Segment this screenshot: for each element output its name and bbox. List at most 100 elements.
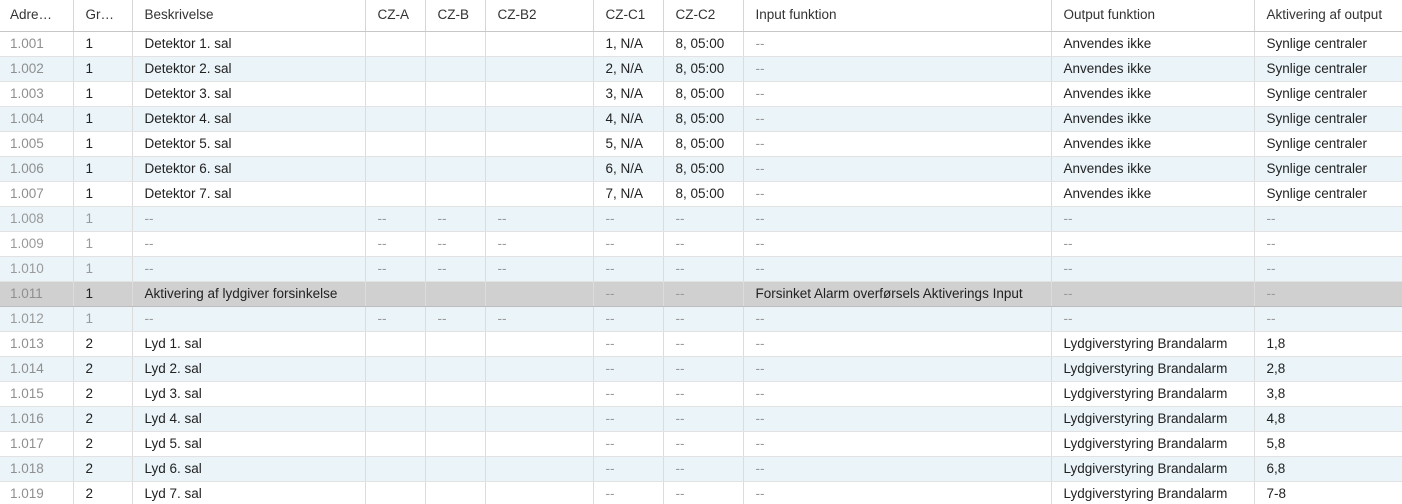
address-cell[interactable]: 1.006: [0, 156, 73, 182]
cz-a-cell[interactable]: [364, 356, 425, 382]
address-cell[interactable]: 1.004: [0, 106, 73, 132]
cz-c1-cell[interactable]: --: [592, 281, 663, 307]
cz-b-cell[interactable]: --: [424, 306, 485, 332]
cz-c1-cell[interactable]: --: [592, 306, 663, 332]
description-cell[interactable]: Lyd 3. sal: [131, 381, 365, 407]
cz-c2-cell[interactable]: 8, 05:00: [662, 56, 743, 82]
table-row[interactable]: 1.008 1 -- -- -- -- -- -- -- -- --: [0, 206, 1402, 232]
output-activation-cell[interactable]: 5,8: [1253, 431, 1402, 457]
cz-b2-cell[interactable]: [484, 156, 593, 182]
col-header-cz-a[interactable]: CZ-A: [364, 0, 425, 32]
table-row[interactable]: 1.010 1 -- -- -- -- -- -- -- -- --: [0, 256, 1402, 282]
address-cell[interactable]: 1.012: [0, 306, 73, 332]
output-function-cell[interactable]: --: [1050, 306, 1254, 332]
input-function-cell[interactable]: --: [742, 381, 1051, 407]
cz-c2-cell[interactable]: 8, 05:00: [662, 81, 743, 107]
cz-c1-cell[interactable]: 5, N/A: [592, 131, 663, 157]
table-row[interactable]: 1.018 2 Lyd 6. sal -- -- -- Lydgiverstyring Br…: [0, 456, 1402, 482]
cz-a-cell[interactable]: [364, 81, 425, 107]
input-function-cell[interactable]: --: [742, 181, 1051, 207]
description-cell[interactable]: Lyd 5. sal: [131, 431, 365, 457]
group-cell[interactable]: 1: [72, 106, 132, 132]
cz-b-cell[interactable]: --: [424, 231, 485, 257]
group-cell[interactable]: 1: [72, 231, 132, 257]
group-cell[interactable]: 1: [72, 131, 132, 157]
col-header-cz-c1[interactable]: CZ-C1: [592, 0, 663, 32]
address-cell[interactable]: 1.008: [0, 206, 73, 232]
cz-c1-cell[interactable]: 1, N/A: [592, 31, 663, 57]
output-activation-cell[interactable]: 2,8: [1253, 356, 1402, 382]
cz-b-cell[interactable]: [424, 381, 485, 407]
group-cell[interactable]: 1: [72, 256, 132, 282]
cz-b2-cell[interactable]: [484, 331, 593, 357]
col-header-cz-b2[interactable]: CZ-B2: [484, 0, 593, 32]
group-cell[interactable]: 2: [72, 406, 132, 432]
address-cell[interactable]: 1.005: [0, 131, 73, 157]
description-cell[interactable]: Detektor 5. sal: [131, 131, 365, 157]
cz-c2-cell[interactable]: --: [662, 481, 743, 504]
cz-c1-cell[interactable]: --: [592, 406, 663, 432]
cz-b2-cell[interactable]: [484, 481, 593, 504]
cz-c1-cell[interactable]: --: [592, 381, 663, 407]
cz-b-cell[interactable]: --: [424, 256, 485, 282]
address-cell[interactable]: 1.013: [0, 331, 73, 357]
table-row[interactable]: 1.017 2 Lyd 5. sal -- -- -- Lydgiverstyring Br…: [0, 431, 1402, 457]
cz-c1-cell[interactable]: 2, N/A: [592, 56, 663, 82]
cz-b2-cell[interactable]: --: [484, 231, 593, 257]
cz-c2-cell[interactable]: --: [662, 456, 743, 482]
output-activation-cell[interactable]: --: [1253, 306, 1402, 332]
cz-c2-cell[interactable]: 8, 05:00: [662, 156, 743, 182]
cz-b2-cell[interactable]: --: [484, 206, 593, 232]
output-activation-cell[interactable]: 6,8: [1253, 456, 1402, 482]
table-row[interactable]: 1.014 2 Lyd 2. sal -- -- -- Lydgiverstyring Br…: [0, 356, 1402, 382]
address-cell[interactable]: 1.003: [0, 81, 73, 107]
table-row[interactable]: 1.015 2 Lyd 3. sal -- -- -- Lydgiverstyring Br…: [0, 381, 1402, 407]
group-cell[interactable]: 2: [72, 456, 132, 482]
cz-b-cell[interactable]: [424, 456, 485, 482]
description-cell[interactable]: Detektor 4. sal: [131, 106, 365, 132]
group-cell[interactable]: 1: [72, 81, 132, 107]
col-header-output-activation[interactable]: Aktivering af output: [1253, 0, 1402, 32]
cz-c1-cell[interactable]: 3, N/A: [592, 81, 663, 107]
input-function-cell[interactable]: --: [742, 131, 1051, 157]
cz-b-cell[interactable]: [424, 106, 485, 132]
cz-b2-cell[interactable]: [484, 356, 593, 382]
address-cell[interactable]: 1.016: [0, 406, 73, 432]
description-cell[interactable]: --: [131, 256, 365, 282]
cz-c2-cell[interactable]: --: [662, 331, 743, 357]
cz-b2-cell[interactable]: [484, 181, 593, 207]
input-function-cell[interactable]: --: [742, 481, 1051, 504]
group-cell[interactable]: 2: [72, 481, 132, 504]
cz-b-cell[interactable]: [424, 331, 485, 357]
input-function-cell[interactable]: --: [742, 306, 1051, 332]
group-cell[interactable]: 1: [72, 206, 132, 232]
description-cell[interactable]: Lyd 2. sal: [131, 356, 365, 382]
cz-a-cell[interactable]: --: [364, 231, 425, 257]
output-function-cell[interactable]: Lydgiverstyring Brandalarm: [1050, 381, 1254, 407]
cz-b2-cell[interactable]: [484, 281, 593, 307]
cz-c2-cell[interactable]: 8, 05:00: [662, 181, 743, 207]
output-function-cell[interactable]: --: [1050, 231, 1254, 257]
cz-c1-cell[interactable]: --: [592, 206, 663, 232]
group-cell[interactable]: 2: [72, 356, 132, 382]
cz-c2-cell[interactable]: --: [662, 256, 743, 282]
cz-a-cell[interactable]: [364, 156, 425, 182]
cz-a-cell[interactable]: [364, 31, 425, 57]
input-function-cell[interactable]: --: [742, 56, 1051, 82]
cz-c1-cell[interactable]: --: [592, 356, 663, 382]
output-function-cell[interactable]: Lydgiverstyring Brandalarm: [1050, 331, 1254, 357]
input-function-cell[interactable]: --: [742, 356, 1051, 382]
table-row[interactable]: 1.007 1 Detektor 7. sal 7, N/A 8, 05:00 -- Anv…: [0, 181, 1402, 207]
output-function-cell[interactable]: --: [1050, 256, 1254, 282]
col-header-group[interactable]: Gr…: [72, 0, 132, 32]
output-activation-cell[interactable]: --: [1253, 231, 1402, 257]
input-function-cell[interactable]: --: [742, 31, 1051, 57]
address-cell[interactable]: 1.019: [0, 481, 73, 504]
address-cell[interactable]: 1.018: [0, 456, 73, 482]
col-header-description[interactable]: Beskrivelse: [131, 0, 365, 32]
cz-a-cell[interactable]: --: [364, 306, 425, 332]
address-cell[interactable]: 1.001: [0, 31, 73, 57]
output-activation-cell[interactable]: Synlige centraler: [1253, 181, 1402, 207]
description-cell[interactable]: Detektor 1. sal: [131, 31, 365, 57]
input-function-cell[interactable]: --: [742, 231, 1051, 257]
